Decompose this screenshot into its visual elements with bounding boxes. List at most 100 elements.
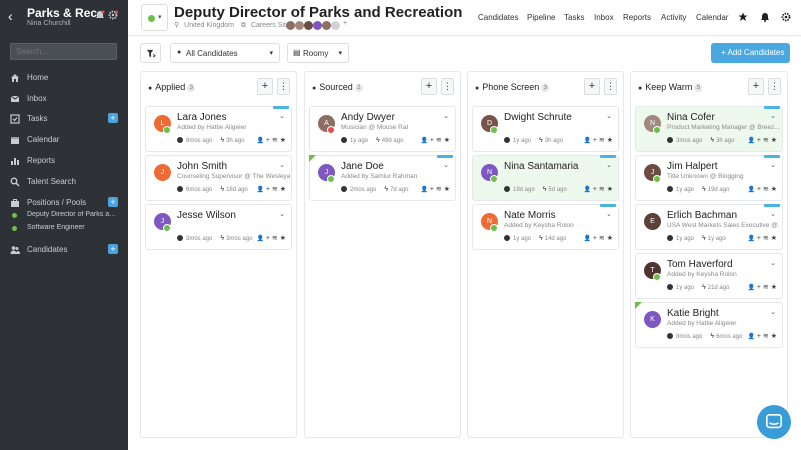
position-item-deputy-director[interactable]: Deputy Director of Parks and... (0, 209, 128, 222)
assign-user-icon[interactable]: 👤 (421, 187, 430, 193)
filter-button[interactable] (140, 43, 161, 63)
star-icon[interactable]: ★ (444, 186, 450, 193)
candidate-card[interactable]: N Nate Morris Added by Keysha Rolon ⌄ 1y ago… (472, 204, 619, 250)
card-menu-chevron-icon[interactable]: ⌄ (443, 112, 449, 120)
star-icon[interactable] (738, 12, 748, 22)
nav-candidates[interactable]: Candidates + (0, 241, 128, 259)
feed-icon[interactable]: ≋ (436, 186, 444, 193)
notification-bell-icon[interactable] (95, 10, 105, 20)
topnav-candidates[interactable]: Candidates (478, 13, 518, 22)
star-icon[interactable]: ★ (280, 137, 286, 144)
bell-icon[interactable] (760, 12, 770, 22)
candidate-card[interactable]: T Tom Haverford Added by Keysha Rolon ⌄ 1y a… (635, 253, 783, 299)
candidate-card[interactable]: N Nina Cofer Product Marketing Manager @ B… (635, 106, 783, 152)
star-icon[interactable]: ★ (607, 186, 613, 193)
feed-icon[interactable]: ≋ (763, 137, 771, 144)
star-icon[interactable]: ★ (771, 137, 777, 144)
candidate-name[interactable]: Nina Santamaria (504, 161, 578, 172)
back-chevron-icon[interactable]: ‹ (8, 8, 13, 24)
feed-icon[interactable]: ≋ (763, 186, 771, 193)
assign-user-icon[interactable]: 👤 (257, 187, 266, 193)
candidate-card[interactable]: J John Smith Counseling Supervisor @ The W… (145, 155, 292, 201)
nav-reports[interactable]: Reports (0, 152, 128, 170)
feed-icon[interactable]: ≋ (763, 333, 771, 340)
feed-icon[interactable]: ≋ (599, 137, 607, 144)
add-to-stage-button[interactable]: + (584, 78, 600, 95)
column-more-menu-icon[interactable]: ⋮ (604, 78, 617, 95)
topnav-activity[interactable]: Activity (661, 13, 686, 22)
candidate-card[interactable]: A Andy Dwyer Musician @ Mouse Rat ⌄ 1y ago ϟ 4… (309, 106, 456, 152)
candidate-name[interactable]: Jane Doe (341, 161, 384, 172)
candidate-name[interactable]: Lara Jones (177, 112, 226, 123)
card-menu-chevron-icon[interactable]: ⌄ (443, 161, 449, 169)
candidate-name[interactable]: Jim Halpert (667, 161, 718, 172)
assign-user-icon[interactable]: 👤 (584, 236, 593, 242)
feed-icon[interactable]: ≋ (272, 235, 280, 242)
candidate-card[interactable]: D Dwight Schrute ⌄ 1y ago ϟ 3h ago 👤 + ≋ ★ (472, 106, 619, 152)
card-menu-chevron-icon[interactable]: ⌄ (279, 112, 285, 120)
assign-user-icon[interactable]: 👤 (257, 138, 266, 144)
candidate-name[interactable]: Nate Morris (504, 210, 556, 221)
column-more-menu-icon[interactable]: ⋮ (441, 78, 454, 95)
candidate-name[interactable]: Andy Dwyer (341, 112, 395, 123)
star-icon[interactable]: ★ (771, 333, 777, 340)
column-more-menu-icon[interactable]: ⋮ (277, 78, 290, 95)
assign-user-icon[interactable]: 👤 (748, 285, 757, 291)
star-icon[interactable]: ★ (280, 186, 286, 193)
star-icon[interactable]: ★ (280, 235, 286, 242)
job-status-dropdown[interactable]: ▾ (141, 4, 168, 31)
star-icon[interactable]: ★ (771, 235, 777, 242)
nav-talent-search[interactable]: Talent Search (0, 173, 128, 191)
card-menu-chevron-icon[interactable]: ⌄ (770, 210, 776, 218)
feed-icon[interactable]: ≋ (763, 284, 771, 291)
candidate-name[interactable]: John Smith (177, 161, 227, 172)
candidate-card[interactable]: J Jim Halpert Title Unknown @ Blogging ⌄ 1y … (635, 155, 783, 201)
assign-user-icon[interactable]: 👤 (584, 138, 593, 144)
feed-icon[interactable]: ≋ (436, 137, 444, 144)
add-to-stage-button[interactable]: + (257, 78, 273, 95)
add-candidate-sidebar-button[interactable]: + (108, 244, 118, 254)
feed-icon[interactable]: ≋ (272, 137, 280, 144)
candidate-name[interactable]: Erlich Bachman (667, 210, 737, 221)
candidate-card[interactable]: J Jane Doe Added by Samiur Rahman ⌄ 2mos ago… (309, 155, 456, 201)
card-menu-chevron-icon[interactable]: ⌄ (606, 210, 612, 218)
candidate-name[interactable]: Dwight Schrute (504, 112, 572, 123)
add-candidates-button[interactable]: + Add Candidates (711, 43, 790, 63)
candidate-card[interactable]: J Jesse Wilson ⌄ 3mos ago ϟ 3mos ago 👤 + ≋ ★ (145, 204, 292, 250)
candidate-card[interactable]: E Erlich Bachman USA West Markets Sales Ex… (635, 204, 783, 250)
feed-icon[interactable]: ≋ (272, 186, 280, 193)
feed-icon[interactable]: ≋ (599, 235, 607, 242)
topnav-pipeline[interactable]: Pipeline (527, 13, 555, 22)
chat-support-button[interactable] (757, 405, 791, 439)
candidate-card[interactable]: K Katie Bright Added by Hattie Aligeier ⌄ 8m… (635, 302, 783, 348)
add-to-stage-button[interactable]: + (421, 78, 437, 95)
card-menu-chevron-icon[interactable]: ⌄ (770, 161, 776, 169)
add-to-stage-button[interactable]: + (748, 78, 764, 95)
topnav-inbox[interactable]: Inbox (594, 13, 614, 22)
topnav-tasks[interactable]: Tasks (564, 13, 584, 22)
feed-icon[interactable]: ≋ (763, 235, 771, 242)
settings-gear-icon[interactable] (108, 10, 118, 20)
assign-user-icon[interactable]: 👤 (748, 187, 757, 193)
card-menu-chevron-icon[interactable]: ⌄ (279, 210, 285, 218)
star-icon[interactable]: ★ (607, 235, 613, 242)
assign-user-icon[interactable]: 👤 (748, 236, 757, 242)
assign-user-icon[interactable]: 👤 (748, 334, 757, 340)
assign-user-icon[interactable]: 👤 (748, 138, 757, 144)
star-icon[interactable]: ★ (607, 137, 613, 144)
candidates-filter-dropdown[interactable]: ● All Candidates ▾ (170, 43, 280, 63)
candidate-card[interactable]: L Lara Jones Added by Hattie Aligeier ⌄ 8mos… (145, 106, 292, 152)
candidate-name[interactable]: Nina Cofer (667, 112, 715, 123)
feed-icon[interactable]: ≋ (599, 186, 607, 193)
star-icon[interactable]: ★ (771, 284, 777, 291)
avatar[interactable]: J (154, 164, 171, 181)
candidate-card[interactable]: N Nina Santamaria ⌄ 19d ago ϟ 5d ago 👤 + ≋ ★ (472, 155, 619, 201)
assign-user-icon[interactable]: 👤 (421, 138, 430, 144)
star-icon[interactable]: ★ (771, 186, 777, 193)
nav-tasks[interactable]: Tasks + (0, 110, 128, 128)
card-menu-chevron-icon[interactable]: ⌄ (770, 308, 776, 316)
nav-calendar[interactable]: Calendar (0, 131, 128, 149)
nav-home[interactable]: Home (0, 69, 128, 87)
column-more-menu-icon[interactable]: ⋮ (768, 78, 781, 95)
view-mode-dropdown[interactable]: ▤ Roomy ▾ (287, 43, 349, 63)
